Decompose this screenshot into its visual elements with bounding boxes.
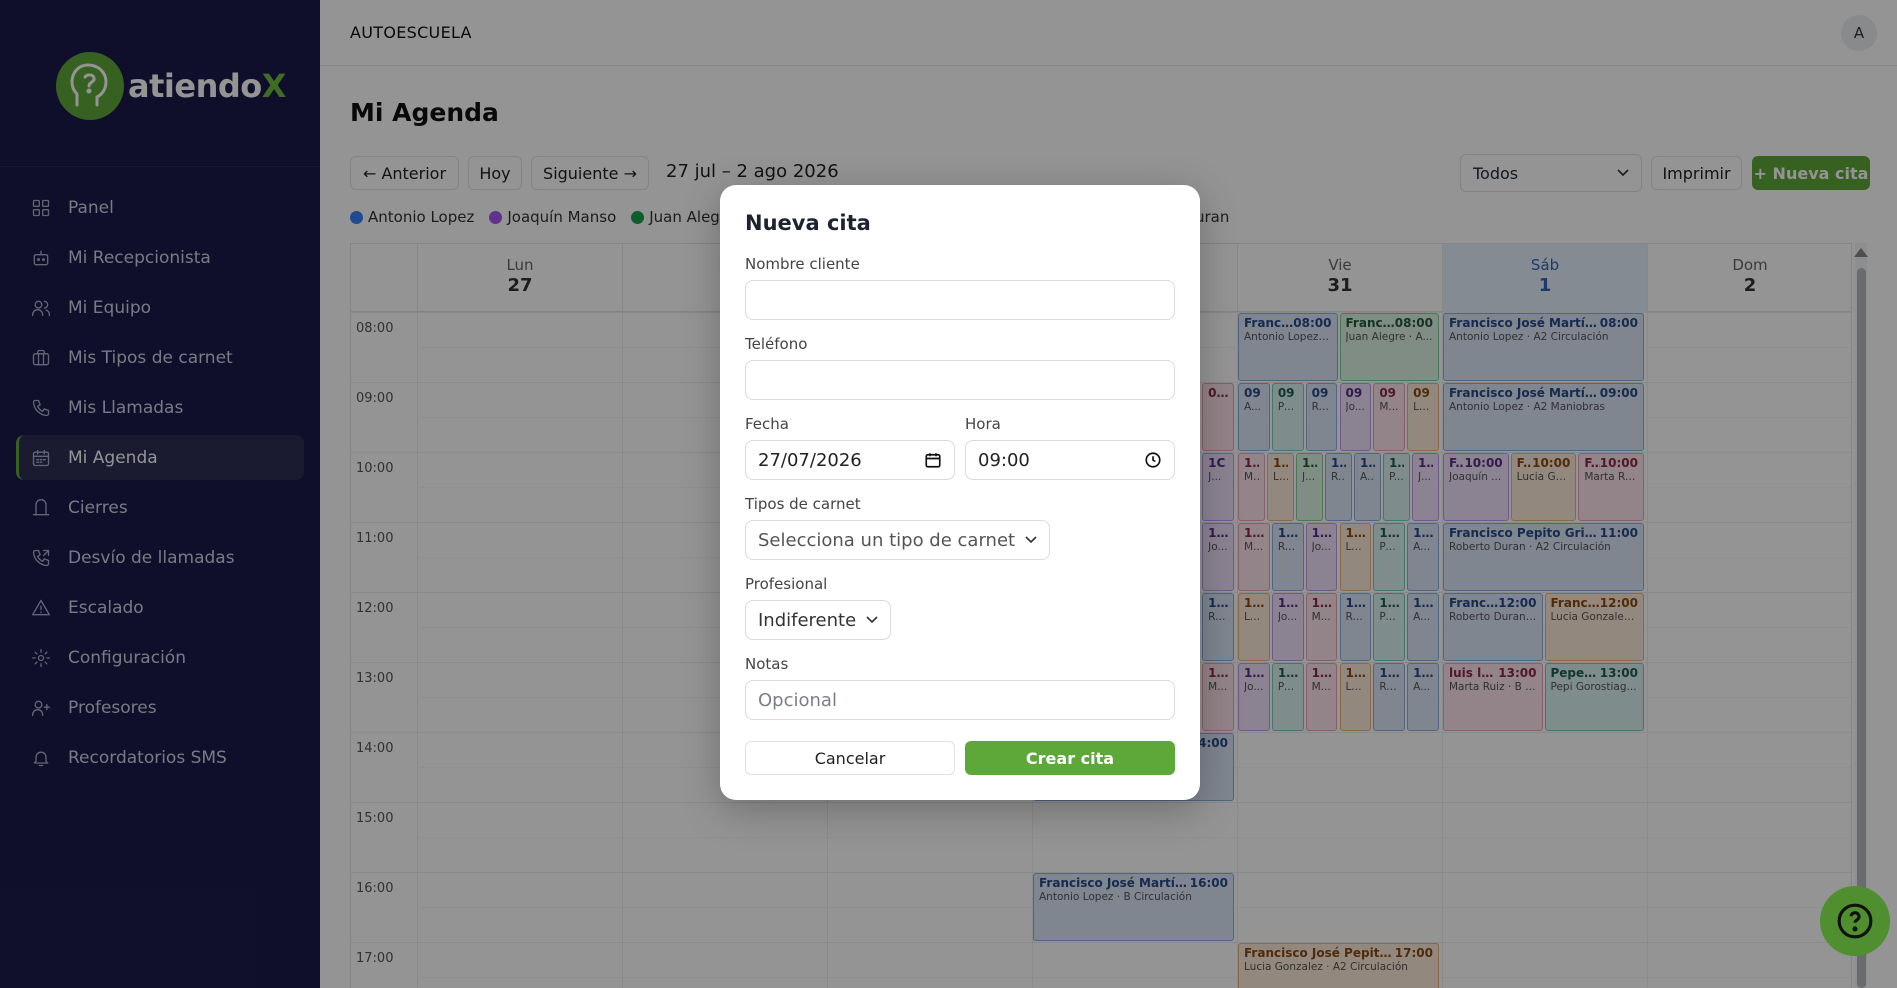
date-label: Fecha <box>745 415 789 433</box>
new-appointment-dialog: Nueva cita Nombre cliente Teléfono Fecha… <box>720 185 1200 800</box>
carnet-type-value: Selecciona un tipo de carnet <box>758 529 1016 551</box>
professional-value: Indiferente <box>758 609 857 631</box>
client-name-label: Nombre cliente <box>745 255 860 273</box>
chevron-down-icon <box>1025 536 1037 544</box>
date-input[interactable]: 27/07/2026 <box>745 440 955 480</box>
calendar-picker-icon[interactable] <box>924 451 942 469</box>
create-appointment-button[interactable]: Crear cita <box>965 741 1175 775</box>
time-input[interactable]: 09:00 <box>965 440 1175 480</box>
professional-select[interactable]: Indiferente <box>745 600 892 640</box>
clock-icon[interactable] <box>1144 451 1162 469</box>
question-icon <box>1837 903 1873 939</box>
carnet-type-label: Tipos de carnet <box>745 495 861 513</box>
time-value: 09:00 <box>978 449 1030 471</box>
phone-input[interactable] <box>745 360 1175 400</box>
client-name-input[interactable] <box>745 280 1175 320</box>
date-value: 27/07/2026 <box>758 449 862 471</box>
professional-label: Profesional <box>745 575 828 593</box>
time-label: Hora <box>965 415 1001 433</box>
help-button[interactable] <box>1820 886 1890 956</box>
carnet-type-select[interactable]: Selecciona un tipo de carnet <box>745 520 1051 560</box>
notes-label: Notas <box>745 655 789 673</box>
phone-label: Teléfono <box>745 335 808 353</box>
notes-input[interactable]: Opcional <box>745 680 1175 720</box>
dialog-title: Nueva cita <box>745 211 871 235</box>
cancel-button[interactable]: Cancelar <box>745 741 955 775</box>
chevron-down-icon <box>866 616 878 624</box>
